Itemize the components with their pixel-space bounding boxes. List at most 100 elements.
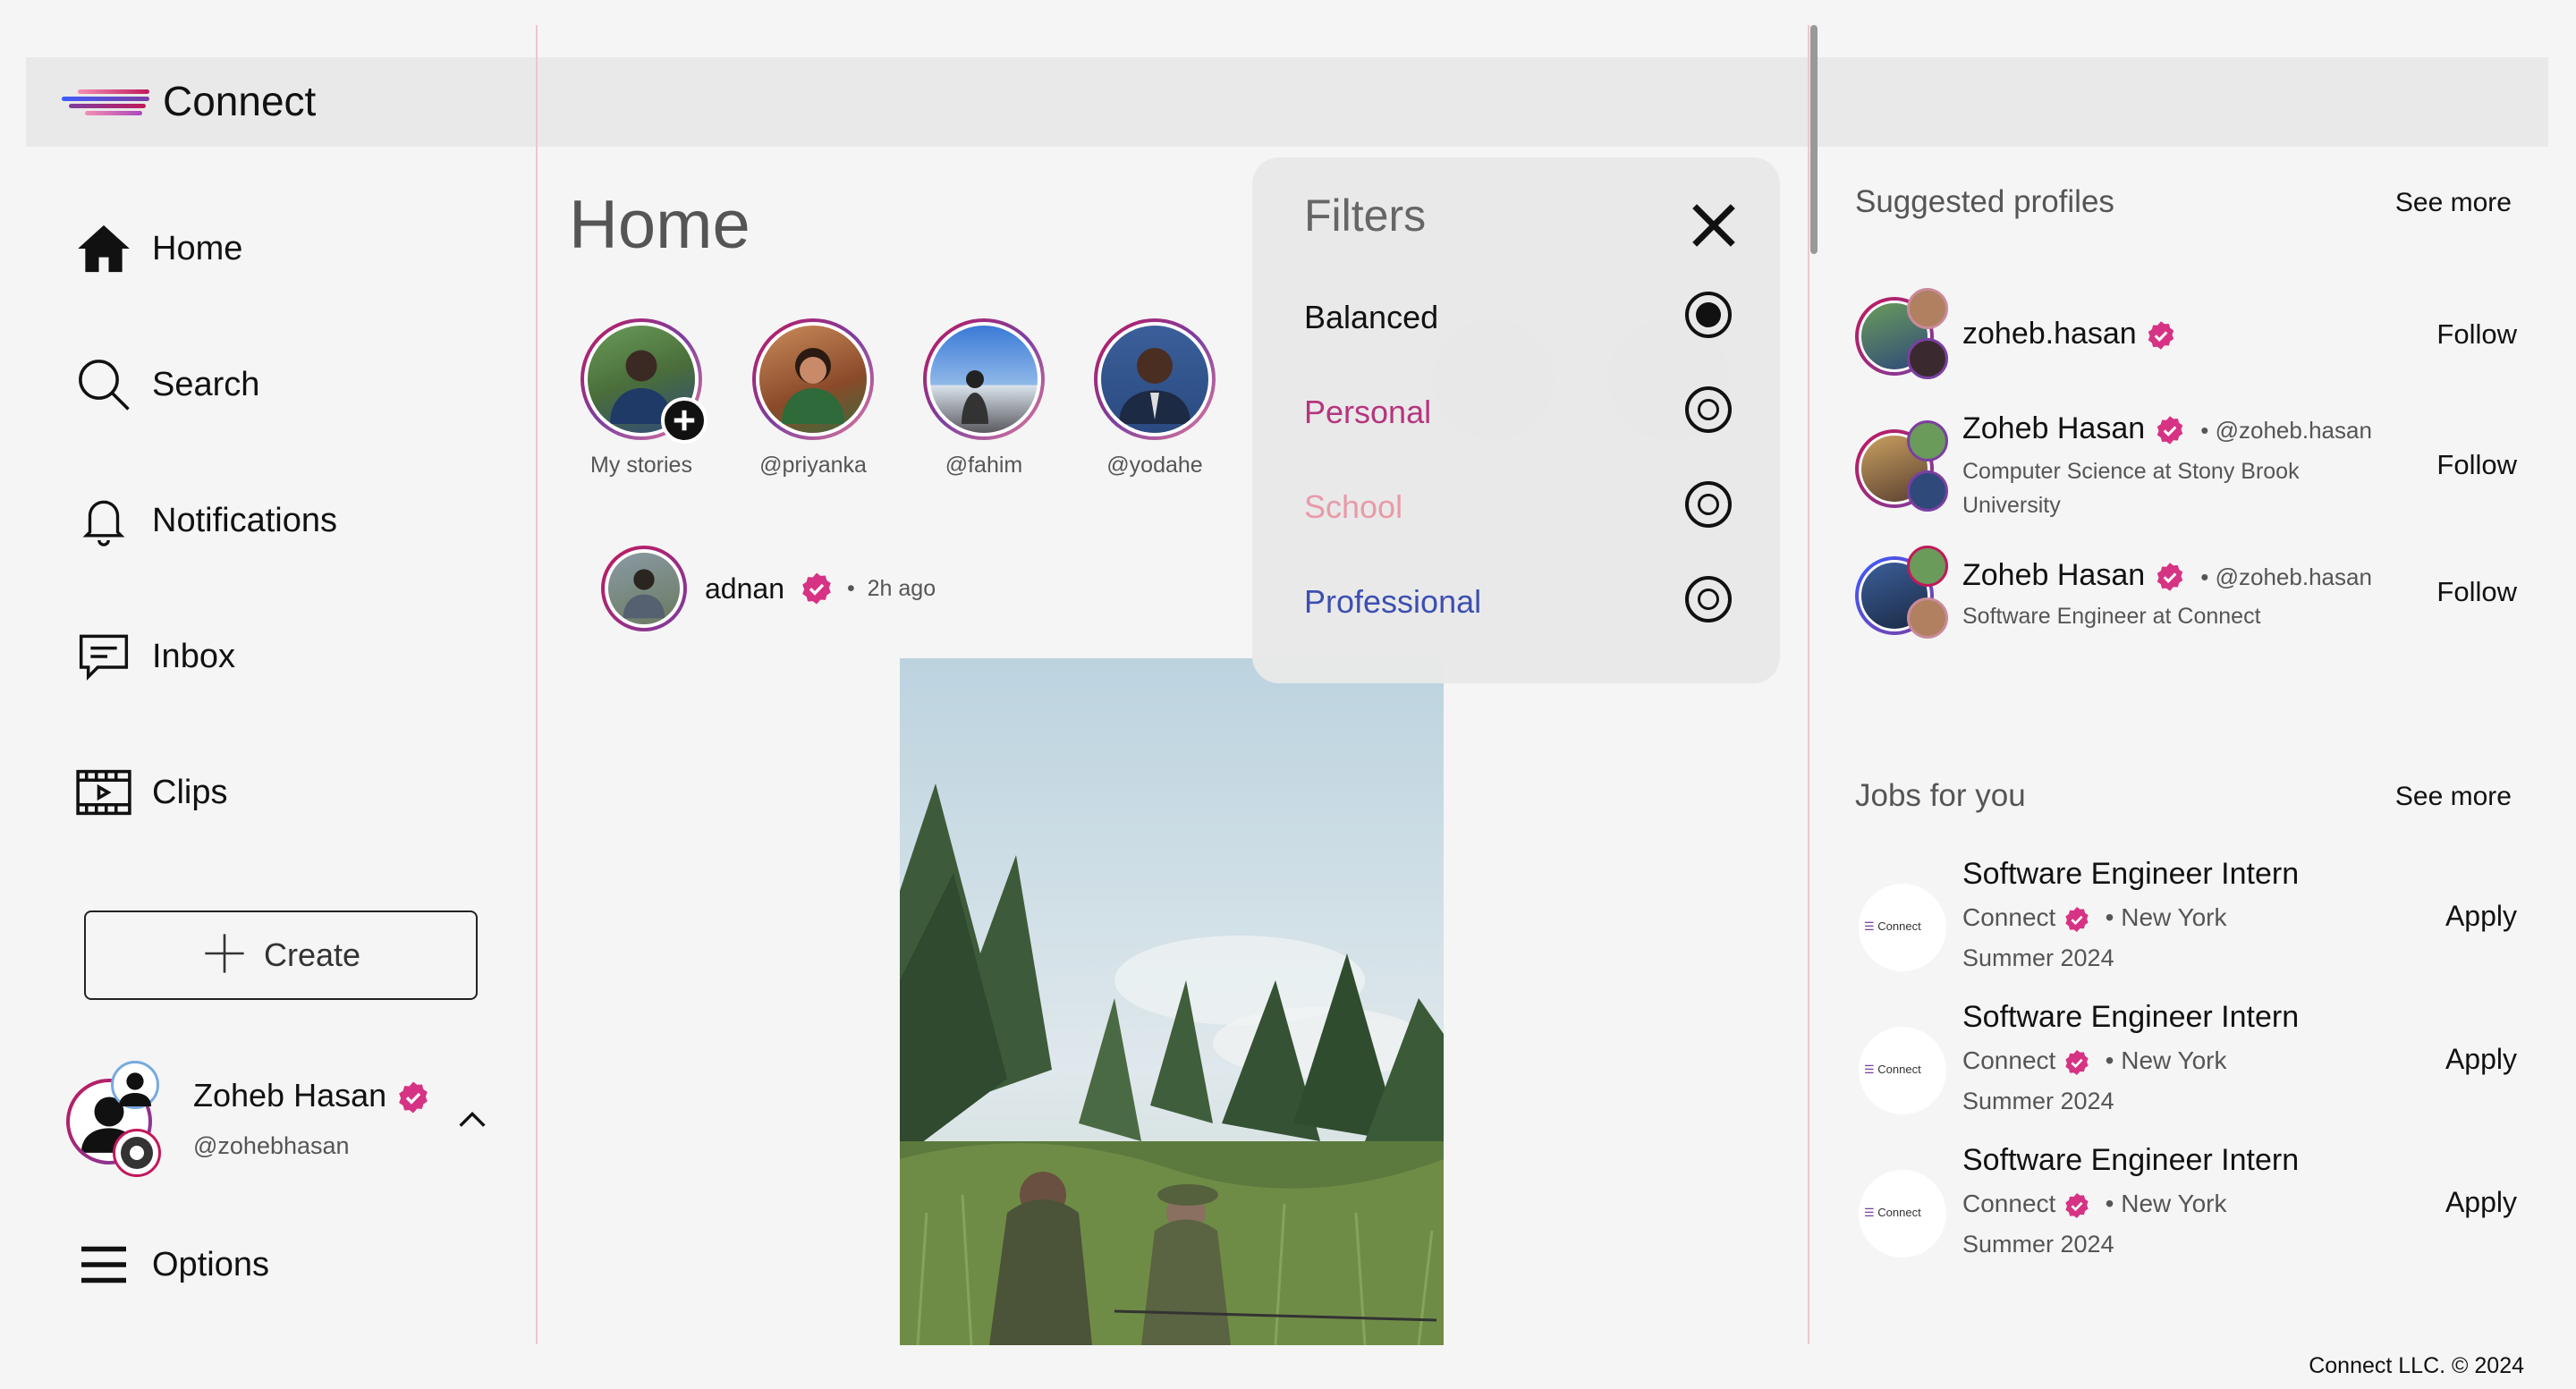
profile-name[interactable]: zoheb.hasan [1962,317,2137,351]
profile-avatar[interactable] [1855,546,1952,642]
story-fahim[interactable]: @fahim [908,318,1060,479]
search-icon [72,352,136,417]
suggested-profile: zoheb.hasan Follow [1855,288,2517,386]
follow-button[interactable]: Follow [2436,449,2517,481]
current-user-card[interactable]: Zoheb Hasan @zohebhasan [64,1061,503,1177]
filter-radio-school[interactable] [1685,481,1732,528]
nav-label-inbox: Inbox [152,637,235,675]
nav-label-notifications: Notifications [152,501,337,539]
nav-item-inbox[interactable]: Inbox [72,621,235,692]
jobs-see-more-link[interactable]: See more [2395,782,2512,812]
suggested-see-more-link[interactable]: See more [2395,188,2512,218]
story-avatar [756,322,870,436]
profile-handle-separator: • [2194,563,2216,590]
filter-radio-balanced[interactable] [1685,292,1732,338]
nav-label-clips: Clips [152,773,228,811]
secondary-avatar [111,1061,159,1109]
brand-name[interactable]: Connect [163,77,316,125]
close-icon[interactable] [1685,197,1742,254]
verified-badge-icon [2065,1192,2089,1218]
verified-badge-icon [2065,1049,2089,1075]
verified-badge-icon [802,572,831,605]
divider-right [1808,25,1809,1344]
post-author-name[interactable]: adnan [705,572,784,606]
company-logo: ☰ Connect [1859,1027,1946,1114]
company-logo: ☰ Connect [1859,1170,1946,1258]
job-location: New York [2121,1046,2227,1074]
filter-option-professional[interactable]: Professional [1304,583,1481,621]
apply-button[interactable]: Apply [2445,1186,2517,1219]
job-term: Summer 2024 [1962,1088,2114,1114]
profile-avatar[interactable] [1855,420,1952,517]
create-button[interactable]: Create [84,910,478,1000]
follow-button[interactable]: Follow [2436,318,2517,351]
current-user-handle: @zohebhasan [193,1132,350,1159]
story-yodahe[interactable]: @yodahe [1079,318,1231,479]
company-logo-text: Connect [1877,919,1921,933]
job-company-name: Connect [1962,1046,2056,1074]
nav-item-notifications[interactable]: Notifications [72,485,337,556]
suggested-title: Suggested profiles [1855,184,2114,219]
post-author-avatar[interactable] [601,546,687,631]
logo-icon [62,89,149,116]
filter-option-personal[interactable]: Personal [1304,394,1431,431]
post-time-text: 2h ago [867,575,936,601]
scrollbar-thumb[interactable] [1810,25,1818,254]
bell-icon [72,488,136,553]
nav-item-clips[interactable]: Clips [72,757,227,828]
apply-button[interactable]: Apply [2445,900,2517,933]
nav-item-search[interactable]: Search [72,349,259,420]
story-my-stories[interactable]: My stories [565,318,717,479]
profile-handle-separator: • [2194,417,2216,444]
nav-item-options[interactable]: Options [72,1229,269,1300]
job-title: Software Engineer Intern [1962,1143,2300,1177]
profile-handle: @zoheb.hasan [2215,417,2372,444]
company-logo-text: Connect [1877,1063,1921,1076]
home-icon [72,216,136,281]
filters-panel: Filters Balanced Personal School Profess… [1252,157,1780,683]
filter-option-balanced[interactable]: Balanced [1304,299,1438,336]
job-term: Summer 2024 [1962,1231,2114,1258]
story-avatar [1097,322,1212,436]
job-company: Connect • New York [1962,1190,2227,1220]
filter-radio-personal[interactable] [1685,386,1732,433]
post-image[interactable] [900,658,1444,1345]
add-story-icon[interactable] [661,397,708,444]
apply-button[interactable]: Apply [2445,1043,2517,1076]
job-title: Software Engineer Intern [1962,1000,2300,1034]
footer-copyright: Connect LLC. © 2024 [2309,1353,2524,1378]
top-bar: Connect [26,57,2548,147]
nav-item-home[interactable]: Home [72,213,242,284]
profile-avatar[interactable] [1855,288,1952,385]
job-company-name: Connect [1962,1190,2056,1217]
clips-icon [72,760,136,825]
job-term: Summer 2024 [1962,944,2114,971]
follow-button[interactable]: Follow [2436,576,2517,608]
job-item[interactable]: ☰ Connect Software Engineer Intern Conne… [1855,1143,2517,1277]
chevron-up-icon[interactable] [454,1102,490,1142]
job-item[interactable]: ☰ Connect Software Engineer Intern Conne… [1855,857,2517,991]
profile-description: Software Engineer at Connect [1962,604,2261,629]
story-caption: @priyanka [759,453,867,478]
filters-title: Filters [1304,191,1427,241]
company-logo-text: Connect [1877,1206,1921,1219]
job-item[interactable]: ☰ Connect Software Engineer Intern Conne… [1855,1000,2517,1134]
story-priyanka[interactable]: @priyanka [737,318,889,479]
nav-label-search: Search [152,365,260,403]
job-location: New York [2121,903,2227,931]
job-location: New York [2121,1190,2227,1217]
story-caption: @yodahe [1106,453,1203,478]
filter-radio-professional[interactable] [1685,576,1732,623]
verified-badge-icon [2065,906,2089,932]
suggested-profile: Zoheb Hasan • @zoheb.hasan Software Engi… [1855,546,2517,644]
verified-badge-icon [2157,563,2182,591]
verified-badge-icon [2157,416,2182,445]
profile-name[interactable]: Zoheb Hasan [1962,411,2145,445]
plus-icon [201,930,248,981]
verified-badge-icon [399,1081,428,1114]
job-company: Connect • New York [1962,903,2227,934]
menu-icon [72,1232,136,1297]
profile-name[interactable]: Zoheb Hasan [1962,558,2145,592]
tertiary-avatar [113,1129,161,1177]
filter-option-school[interactable]: School [1304,488,1402,526]
